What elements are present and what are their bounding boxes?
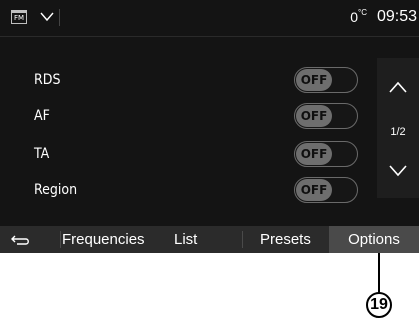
option-label: RDS bbox=[34, 72, 61, 88]
rds-toggle[interactable]: OFF bbox=[294, 67, 358, 93]
scroll-column: 1/2 bbox=[377, 58, 419, 198]
outside-temperature: 0°C bbox=[350, 8, 367, 25]
status-bar: FM 0°C 09:53 bbox=[0, 0, 419, 37]
region-toggle[interactable]: OFF bbox=[294, 177, 358, 203]
tab-options[interactable]: Options bbox=[329, 226, 419, 253]
clock: 09:53 bbox=[376, 8, 417, 25]
toggle-state: OFF bbox=[296, 143, 332, 165]
scroll-down-button[interactable] bbox=[377, 150, 419, 198]
temperature-unit: °C bbox=[358, 8, 367, 18]
option-row-ta[interactable]: TA OFF bbox=[0, 138, 370, 172]
option-row-af[interactable]: AF OFF bbox=[0, 100, 370, 134]
back-button[interactable] bbox=[0, 226, 58, 253]
option-label: AF bbox=[34, 108, 50, 124]
scroll-up-button[interactable] bbox=[377, 58, 419, 116]
radio-source-icon[interactable]: FM bbox=[11, 10, 28, 24]
option-label: Region bbox=[34, 182, 78, 198]
radio-screen: FM 0°C 09:53 RDS OFF AF OFF TA OFF Regio… bbox=[0, 0, 419, 253]
toggle-state: OFF bbox=[296, 179, 332, 201]
toggle-state: OFF bbox=[296, 105, 332, 127]
option-row-region[interactable]: Region OFF bbox=[0, 174, 370, 208]
chevron-up-icon bbox=[389, 81, 407, 93]
tab-divider bbox=[60, 231, 61, 248]
callout-leader-line bbox=[378, 253, 380, 294]
option-row-rds[interactable]: RDS OFF bbox=[0, 64, 370, 98]
tab-divider bbox=[242, 231, 243, 248]
tab-frequencies[interactable]: Frequencies bbox=[62, 226, 145, 253]
status-divider bbox=[59, 9, 60, 26]
option-label: TA bbox=[34, 146, 50, 162]
bottom-tab-bar: Frequencies List Presets Options bbox=[0, 226, 419, 253]
callout-number: 19 bbox=[366, 292, 392, 318]
af-toggle[interactable]: OFF bbox=[294, 103, 358, 129]
temperature-value: 0 bbox=[350, 9, 359, 25]
ta-toggle[interactable]: OFF bbox=[294, 141, 358, 167]
chevron-down-icon[interactable] bbox=[40, 8, 54, 24]
page-indicator: 1/2 bbox=[390, 126, 406, 138]
tab-list[interactable]: List bbox=[174, 226, 197, 253]
toggle-state: OFF bbox=[296, 69, 332, 91]
back-arrow-icon bbox=[11, 235, 29, 245]
chevron-down-icon bbox=[389, 165, 407, 177]
tab-presets[interactable]: Presets bbox=[260, 226, 311, 253]
